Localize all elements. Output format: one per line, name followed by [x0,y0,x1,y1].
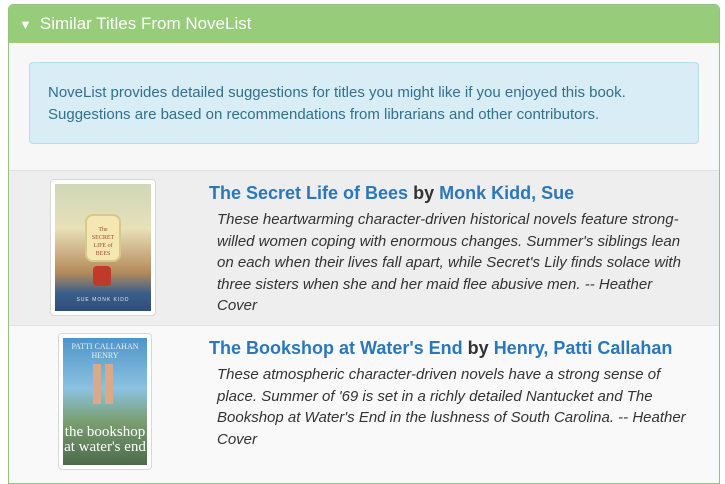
by-label: by [467,338,489,358]
cover-title-art: the bookshop at water's end [64,424,146,455]
cover-decoration [93,266,111,286]
caret-down-icon: ▼ [19,16,32,32]
panel-body: NoveList provides detailed suggestions f… [9,43,719,483]
cover-title-art: The SECRET LIFE of BEES [85,214,121,262]
panel-header[interactable]: ▼ Similar Titles From NoveList [9,5,719,43]
cover-decoration [93,364,113,404]
list-item: The SECRET LIFE of BEES SUE MONK KIDD Th… [9,170,719,325]
list-item: PATTI CALLAHAN HENRY the bookshop at wat… [9,325,719,483]
book-heading: The Bookshop at Water's End by Henry, Pa… [209,337,672,359]
book-cover-image: PATTI CALLAHAN HENRY the bookshop at wat… [63,338,147,465]
by-label: by [413,183,435,203]
novelist-panel: ▼ Similar Titles From NoveList NoveList … [8,4,720,484]
book-title-link[interactable]: The Secret Life of Bees [209,183,408,203]
book-cover-link[interactable]: The SECRET LIFE of BEES SUE MONK KIDD [50,179,156,316]
cover-author-art: PATTI CALLAHAN HENRY [71,342,139,360]
book-description: These atmospheric character-driven novel… [217,366,686,448]
author-link[interactable]: Henry, Patti Callahan [494,338,673,358]
book-cover-image: The SECRET LIFE of BEES SUE MONK KIDD [55,184,151,311]
cover-author-art: SUE MONK KIDD [76,297,130,303]
book-cover-link[interactable]: PATTI CALLAHAN HENRY the bookshop at wat… [58,333,152,470]
book-description: These heartwarming character-driven hist… [217,211,681,314]
book-title-link[interactable]: The Bookshop at Water's End [209,338,463,358]
info-alert: NoveList provides detailed suggestions f… [29,62,699,144]
book-heading: The Secret Life of Bees by Monk Kidd, Su… [209,182,574,204]
author-link[interactable]: Monk Kidd, Sue [439,183,574,203]
panel-title: Similar Titles From NoveList [39,14,252,33]
